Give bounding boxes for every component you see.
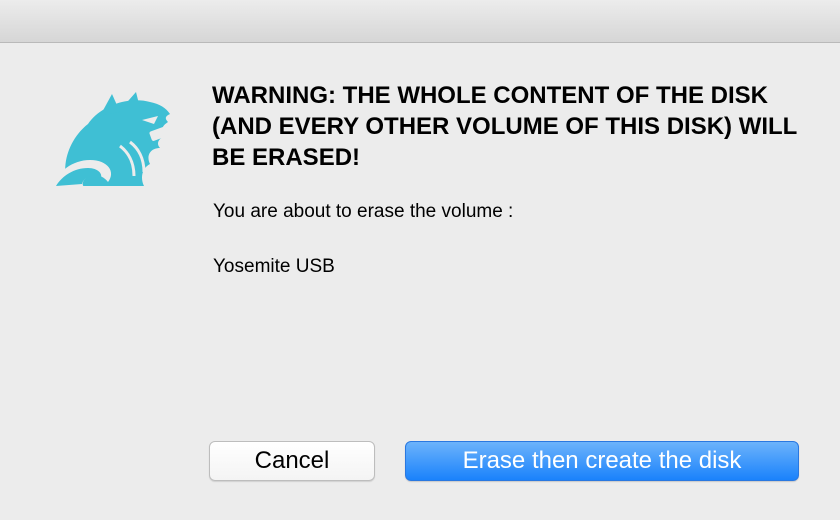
erase-confirmation-dialog: WARNING: THE WHOLE CONTENT OF THE DISK (… <box>0 0 840 520</box>
warning-headline: WARNING: THE WHOLE CONTENT OF THE DISK (… <box>212 82 797 171</box>
erase-confirm-button[interactable]: Erase then create the disk <box>405 441 799 481</box>
window-titlebar[interactable] <box>0 0 840 43</box>
cancel-button[interactable]: Cancel <box>209 441 375 481</box>
volume-name: Yosemite USB <box>213 256 335 277</box>
erase-intro-text: You are about to erase the volume : <box>213 201 514 222</box>
app-logo-icon <box>50 86 180 192</box>
